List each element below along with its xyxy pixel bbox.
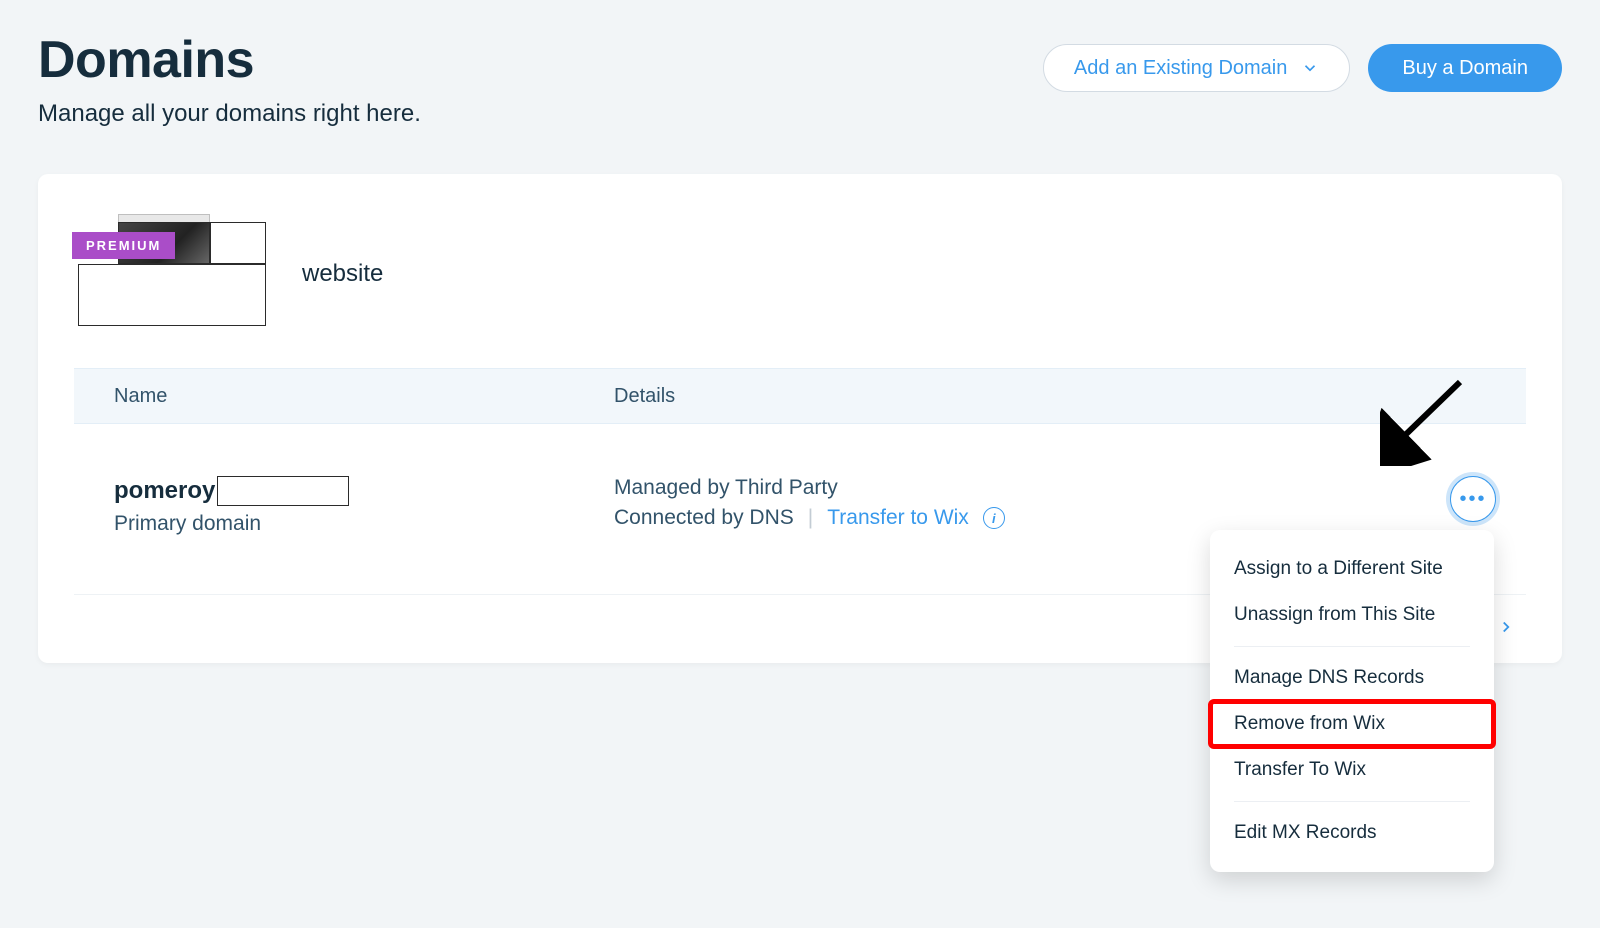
- chevron-down-icon: [1301, 59, 1319, 77]
- menu-separator: [1234, 646, 1470, 647]
- menu-item[interactable]: Edit MX Records: [1210, 810, 1494, 856]
- connected-text: Connected by DNS: [614, 506, 794, 530]
- site-name: website: [302, 260, 383, 288]
- more-actions-button[interactable]: •••: [1450, 476, 1496, 522]
- domains-table: Name Details pomeroy Primary domain Mana…: [74, 368, 1526, 641]
- domain-cell: pomeroy Primary domain: [114, 476, 614, 536]
- domain-subtext: Primary domain: [114, 512, 614, 536]
- details-managed: Managed by Third Party: [614, 476, 1486, 500]
- menu-separator: [1234, 801, 1470, 802]
- column-name: Name: [114, 385, 614, 408]
- menu-item[interactable]: Assign to a Different Site: [1210, 546, 1494, 592]
- title-block: Domains Manage all your domains right he…: [38, 30, 421, 128]
- more-actions-menu: Assign to a Different SiteUnassign from …: [1210, 530, 1494, 872]
- menu-item[interactable]: Transfer To Wix: [1210, 747, 1494, 793]
- transfer-to-wix-link[interactable]: Transfer to Wix: [827, 506, 969, 530]
- separator: |: [808, 506, 813, 530]
- domain-name-line: pomeroy: [114, 476, 614, 506]
- info-icon[interactable]: i: [983, 507, 1005, 529]
- column-details: Details: [614, 385, 1486, 408]
- page-title: Domains: [38, 30, 421, 90]
- site-row: PREMIUM website: [78, 222, 1526, 326]
- chevron-right-icon[interactable]: [1492, 613, 1520, 641]
- header-actions: Add an Existing Domain Buy a Domain: [1043, 44, 1562, 92]
- add-existing-domain-label: Add an Existing Domain: [1074, 57, 1287, 80]
- buy-domain-button[interactable]: Buy a Domain: [1368, 44, 1562, 92]
- add-existing-domain-button[interactable]: Add an Existing Domain: [1043, 44, 1350, 92]
- domain-name: pomeroy: [114, 477, 215, 505]
- details-connection: Connected by DNS | Transfer to Wix i: [614, 506, 1486, 530]
- menu-item[interactable]: Manage DNS Records: [1210, 655, 1494, 701]
- redacted-box: [217, 476, 349, 506]
- details-cell: Managed by Third Party Connected by DNS …: [614, 476, 1486, 530]
- site-thumbnail: PREMIUM: [78, 222, 266, 326]
- menu-item[interactable]: Unassign from This Site: [1210, 592, 1494, 638]
- domains-card: PREMIUM website Name Details pomeroy Pri…: [38, 174, 1562, 663]
- page-subtitle: Manage all your domains right here.: [38, 100, 421, 128]
- table-header: Name Details: [74, 368, 1526, 424]
- table-row: pomeroy Primary domain Managed by Third …: [74, 424, 1526, 595]
- premium-badge: PREMIUM: [72, 232, 175, 259]
- page-header: Domains Manage all your domains right he…: [38, 30, 1562, 128]
- menu-item[interactable]: Remove from Wix: [1210, 701, 1494, 747]
